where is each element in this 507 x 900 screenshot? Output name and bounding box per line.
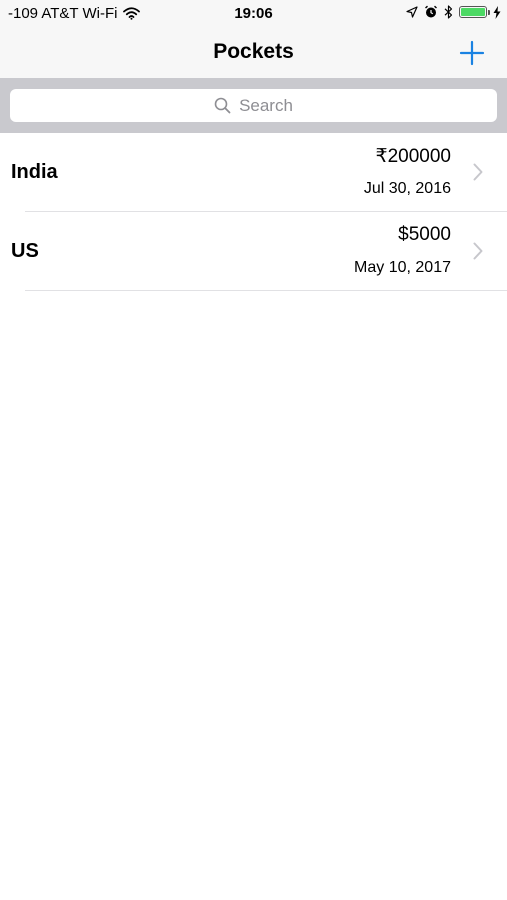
page-title: Pockets: [213, 40, 294, 63]
pocket-date: Jul 30, 2016: [363, 180, 451, 197]
pocket-date: May 10, 2017: [354, 259, 451, 276]
charging-bolt-icon: [493, 5, 501, 19]
chevron-right-icon: [473, 163, 483, 181]
search-input[interactable]: Search: [10, 89, 497, 122]
search-icon: [214, 97, 231, 114]
alarm-clock-icon: [425, 5, 437, 18]
navigation-bar: Pockets: [0, 28, 507, 78]
search-placeholder: Search: [239, 95, 293, 115]
bluetooth-icon: [444, 5, 453, 19]
status-bar: -109 AT&T Wi-Fi 19:06: [0, 0, 507, 28]
status-right: [406, 5, 501, 19]
pocket-name: US: [11, 240, 39, 262]
pocket-amount: $5000: [398, 224, 451, 245]
chevron-right-icon: [473, 242, 483, 260]
pocket-amount: ₹200000: [375, 146, 452, 167]
pocket-name: India: [11, 161, 58, 183]
battery-tip: [488, 10, 490, 15]
pockets-list: India ₹200000 Jul 30, 2016 US $5000 May …: [0, 133, 507, 291]
list-item[interactable]: US $5000 May 10, 2017: [0, 212, 507, 291]
battery-fill: [461, 8, 485, 16]
battery-icon: [459, 6, 490, 18]
location-arrow-icon: [406, 6, 418, 18]
list-item[interactable]: India ₹200000 Jul 30, 2016: [0, 133, 507, 212]
search-bar: Search: [0, 78, 507, 133]
add-pocket-button[interactable]: [455, 36, 489, 70]
row-separator: [25, 290, 507, 291]
plus-icon: [459, 40, 485, 66]
